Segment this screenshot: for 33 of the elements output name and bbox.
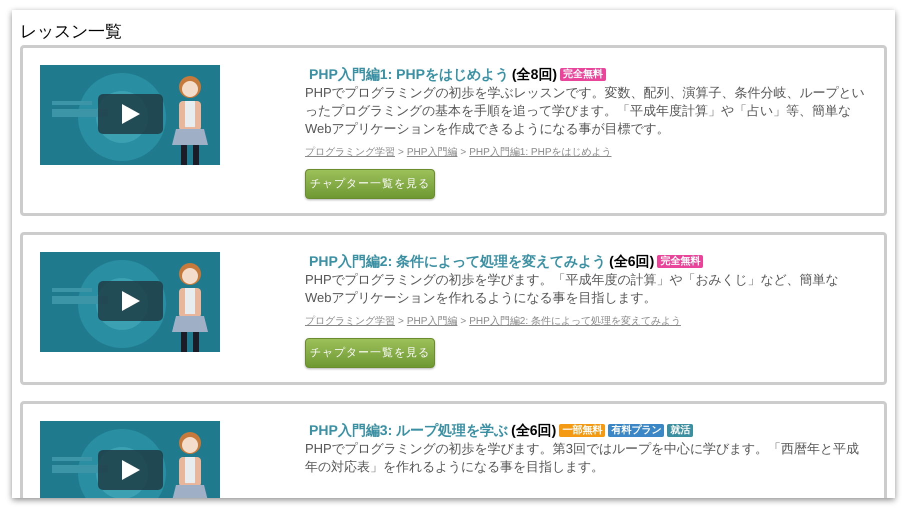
breadcrumb-link[interactable]: PHP入門編1: PHPをはじめよう	[469, 146, 612, 159]
lesson-description: PHPでプログラミングの初歩を学びます。第3回ではループを中心に学びます。「西暦年と平成年の対応表」を作れるようになる事を目指します。	[305, 440, 860, 476]
lesson-count: (全8回)	[512, 65, 558, 83]
breadcrumb-link[interactable]: プログラミング学習	[305, 146, 395, 159]
lesson-description: PHPでプログラミングの初歩を学ぶレッスンです。変数、配列、演算子、条件分岐、ループといったプログラミングの基本を手順を追って学びます。「平成年度計算」や「占い」等、簡単なWebアプリケーションを作成できるようになる事が目標です。	[305, 84, 865, 138]
lesson-title-link[interactable]: PHP入門編3: ループ処理を学ぶ	[309, 421, 508, 439]
chapter-list-button[interactable]: チャプター一覧を見る	[305, 169, 435, 199]
play-icon	[122, 291, 140, 311]
play-button[interactable]	[98, 281, 163, 321]
lesson-count: (全6回)	[511, 421, 556, 439]
breadcrumb-separator: >	[398, 146, 404, 159]
breadcrumb-link[interactable]: PHP入門編	[406, 146, 458, 159]
lesson-title-link[interactable]: PHP入門編2: 条件によって処理を変えてみよう	[309, 252, 606, 270]
breadcrumb-separator: >	[460, 315, 466, 328]
badge: 就活	[667, 424, 694, 436]
page-heading: レッスン一覧	[20, 22, 122, 42]
lesson-title-link[interactable]: PHP入門編1: PHPをはじめよう	[309, 65, 509, 83]
badge: 一部無料	[559, 424, 606, 436]
breadcrumb-separator: >	[460, 146, 466, 159]
breadcrumb-separator: >	[398, 315, 404, 328]
chapter-list-button[interactable]: チャプター一覧を見る	[305, 338, 435, 368]
lesson-count: (全6回)	[609, 252, 654, 270]
breadcrumb-link[interactable]: プログラミング学習	[305, 315, 395, 328]
lesson-description: PHPでプログラミングの初歩を学びます。「平成年度の計算」や「おみくじ」など、簡単なWebアプリケーションを作れるようになる事を目指します。	[305, 271, 840, 307]
badge: 完全無料	[560, 68, 606, 80]
play-icon	[122, 104, 140, 124]
breadcrumb-link[interactable]: PHP入門編	[406, 315, 458, 328]
play-button[interactable]	[98, 450, 163, 490]
badge: 完全無料	[657, 254, 704, 268]
play-icon	[122, 460, 140, 480]
badge: 有料プラン	[608, 424, 664, 436]
breadcrumb-link[interactable]: PHP入門編2: 条件によって処理を変えてみよう	[469, 315, 681, 328]
play-button[interactable]	[98, 94, 163, 134]
